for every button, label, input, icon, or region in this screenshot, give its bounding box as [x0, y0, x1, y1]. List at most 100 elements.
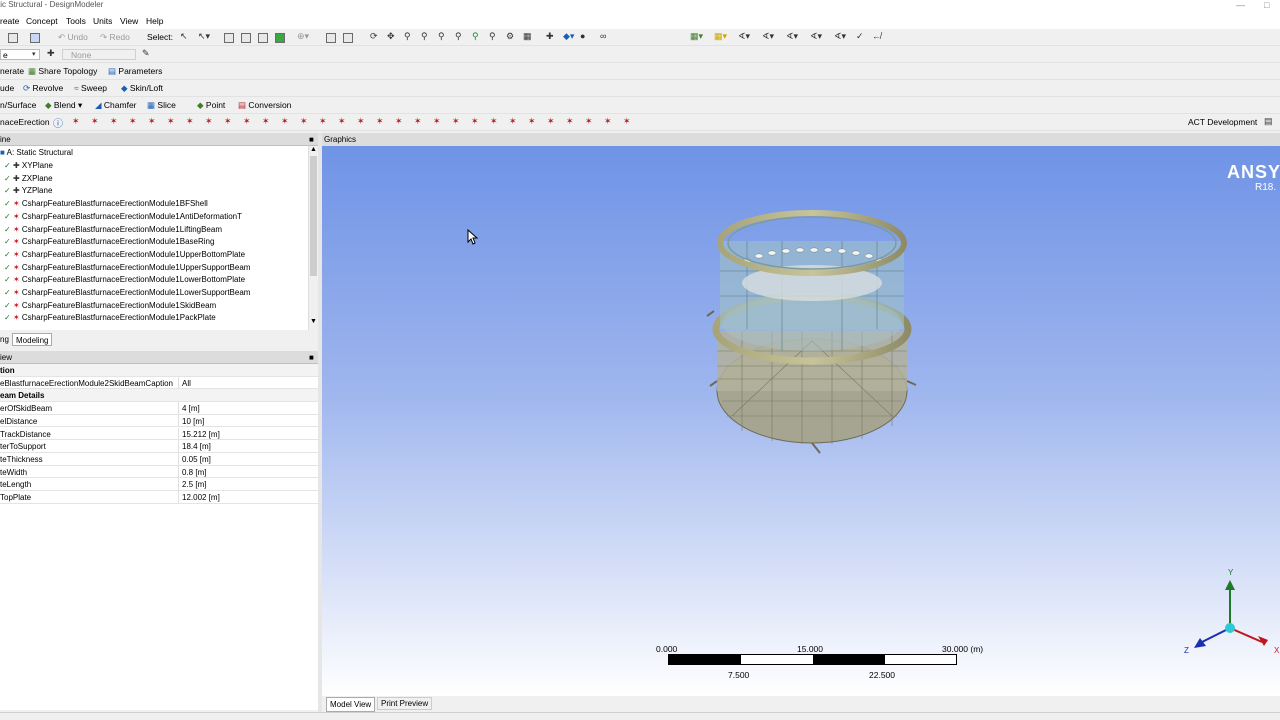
extension-feature-icon[interactable]: ✶	[490, 116, 498, 127]
blast-furnace-model[interactable]	[702, 201, 922, 461]
rotate-icon[interactable]: ⟳	[370, 31, 378, 42]
details-row[interactable]: teThickness 0.05 [m]	[0, 452, 318, 466]
edge-joint-icon[interactable]: ∢▾	[738, 31, 750, 42]
revolve-button[interactable]: ⟳ Revolve	[23, 83, 63, 94]
look-at-icon[interactable]: ⚙	[506, 31, 514, 42]
details-value[interactable]: 12.002 [m]	[182, 493, 220, 502]
zoom-fit-icon[interactable]: ⚲	[438, 31, 445, 42]
sweep-button[interactable]: ≈ Sweep	[74, 83, 107, 93]
sketch-select[interactable]: None	[62, 49, 136, 60]
tree-item[interactable]: ✓ ✶ CsharpFeatureBlastfurnaceErectionMod…	[4, 237, 214, 249]
thin-surface-button[interactable]: n/Surface	[0, 100, 36, 110]
extension-feature-icon[interactable]: ✶	[547, 116, 555, 127]
menu-units[interactable]: Units	[93, 16, 112, 26]
edge-thickness-icon[interactable]: ∢▾	[786, 31, 798, 42]
details-row[interactable]: erOfSkidBeam 4 [m]	[0, 402, 318, 415]
tree-item[interactable]: ✓ ✶ CsharpFeatureBlastfurnaceErectionMod…	[4, 301, 216, 313]
redo-button[interactable]: ↷ Redo	[100, 32, 130, 43]
new-plane-icon[interactable]: ✚	[47, 48, 55, 59]
details-row[interactable]: TrackDistance 15.212 [m]	[0, 427, 318, 441]
extension-feature-icon[interactable]: ✶	[452, 116, 460, 127]
zoom-out-icon[interactable]: ⚲	[489, 31, 496, 42]
pin-icon[interactable]: ■	[309, 135, 314, 144]
extension-feature-icon[interactable]: ✶	[224, 116, 232, 127]
tree-item[interactable]: ✓ ✶ CsharpFeatureBlastfurnaceErectionMod…	[4, 288, 250, 300]
menu-view[interactable]: View	[120, 16, 138, 26]
maximize-icon[interactable]: □	[1264, 0, 1269, 10]
select-cursor-icon[interactable]: ↖	[180, 31, 188, 42]
extension-feature-icon[interactable]: ✶	[414, 116, 422, 127]
scroll-up-icon[interactable]: ▲	[310, 146, 317, 153]
tree-item[interactable]: ✓ ✶ CsharpFeatureBlastfurnaceErectionMod…	[4, 250, 245, 262]
blend-button[interactable]: ◆ Blend ▾	[45, 100, 82, 111]
details-value[interactable]: 15.212 [m]	[182, 430, 220, 439]
scroll-down-icon[interactable]: ▼	[310, 318, 317, 325]
extension-feature-icon[interactable]: ✶	[319, 116, 327, 127]
extension-feature-icon[interactable]: ✶	[566, 116, 574, 127]
details-row[interactable]: teLength 2.5 [m]	[0, 478, 318, 491]
help-icon[interactable]: ⓘ	[53, 115, 63, 130]
extension-feature-icon[interactable]: ✶	[585, 116, 593, 127]
tree-item[interactable]: ✓ ✶ CsharpFeatureBlastfurnaceErectionMod…	[4, 199, 208, 211]
extension-feature-icon[interactable]: ✶	[376, 116, 384, 127]
tree-scrollbar[interactable]: ▲ ▼	[308, 146, 318, 330]
edge-direction-icon[interactable]: ∢▾	[762, 31, 774, 42]
zoom-window-icon[interactable]: ⚲	[455, 31, 462, 42]
chamfer-button[interactable]: ◢ Chamfer	[95, 100, 137, 111]
select-mode-icon[interactable]: ↖▾	[198, 31, 210, 42]
tree-item[interactable]: ✓ ✚ YZPlane	[4, 186, 52, 198]
triad-icon[interactable]: ✚	[546, 31, 554, 42]
box-select-icon[interactable]	[343, 33, 353, 43]
details-row[interactable]: elDistance 10 [m]	[0, 414, 318, 428]
tab-sketching[interactable]: ng	[0, 335, 9, 344]
wireframe-icon[interactable]: ∞	[600, 31, 606, 41]
extension-feature-icon[interactable]: ✶	[528, 116, 536, 127]
generate-button[interactable]: nerate	[0, 66, 24, 76]
slice-button[interactable]: ▦ Slice	[147, 100, 176, 111]
details-value[interactable]: 18.4 [m]	[182, 442, 211, 451]
extend-selection-icon[interactable]: ⊕▾	[297, 31, 309, 42]
point-button[interactable]: ◆ Point	[197, 100, 225, 111]
pin-icon[interactable]: ■	[309, 353, 314, 362]
act-development-button[interactable]: ACT Development	[1188, 117, 1257, 127]
details-row[interactable]: teWidth 0.8 [m]	[0, 465, 318, 479]
extension-feature-icon[interactable]: ✶	[433, 116, 441, 127]
conversion-button[interactable]: ▤ Conversion	[238, 100, 291, 111]
tree-item[interactable]: ✓ ✶ CsharpFeatureBlastfurnaceErectionMod…	[4, 212, 242, 224]
extension-feature-icon[interactable]: ✶	[604, 116, 612, 127]
zoom-icon[interactable]: ⚲	[404, 31, 411, 42]
edge-option-icon[interactable]: ↚	[872, 31, 881, 41]
tree-item[interactable]: ✓ ✶ CsharpFeatureBlastfurnaceErectionMod…	[4, 275, 245, 287]
parameters-button[interactable]: ▤ Parameters	[108, 66, 162, 77]
zoom-in-icon[interactable]: ⚲	[472, 31, 479, 42]
extension-feature-icon[interactable]: ✶	[395, 116, 403, 127]
select-body-icon[interactable]	[275, 33, 285, 43]
tab-model-view[interactable]: Model View	[326, 697, 376, 712]
undo-button[interactable]: ↶ Undo	[58, 32, 88, 43]
display-point-icon[interactable]: ●	[580, 31, 585, 41]
act-list-icon[interactable]: ▤	[1264, 116, 1273, 127]
extension-feature-icon[interactable]: ✶	[91, 116, 99, 127]
details-row[interactable]: terToSupport 18.4 [m]	[0, 440, 318, 453]
extension-feature-icon[interactable]: ✶	[72, 116, 80, 127]
sketch-icon[interactable]: ✓	[856, 31, 864, 42]
details-row[interactable]: eBlastfurnaceErectionModule2SkidBeamCapt…	[0, 376, 318, 390]
tab-print-preview[interactable]: Print Preview	[377, 697, 433, 710]
select-point-icon[interactable]	[224, 33, 234, 43]
tree-root[interactable]: ■ A: Static Structural	[0, 148, 73, 160]
menu-concept[interactable]: Concept	[26, 16, 58, 26]
extension-feature-icon[interactable]: ✶	[623, 116, 631, 127]
extension-feature-icon[interactable]: ✶	[110, 116, 118, 127]
menu-file[interactable]: reate	[0, 16, 19, 26]
tree-item[interactable]: ✓ ✶ CsharpFeatureBlastfurnaceErectionMod…	[4, 313, 216, 325]
display-model-icon[interactable]: ◆▾	[563, 31, 574, 42]
select-face-icon[interactable]	[258, 33, 268, 43]
details-value[interactable]: 4 [m]	[182, 404, 200, 413]
edge-cs-icon[interactable]: ∢▾	[834, 31, 846, 42]
select-edge-icon[interactable]	[241, 33, 251, 43]
minimize-icon[interactable]: —	[1236, 0, 1245, 10]
menu-help[interactable]: Help	[146, 16, 163, 26]
extension-feature-icon[interactable]: ✶	[357, 116, 365, 127]
share-topology-button[interactable]: ▦ Share Topology	[28, 66, 97, 77]
extension-feature-icon[interactable]: ✶	[509, 116, 517, 127]
